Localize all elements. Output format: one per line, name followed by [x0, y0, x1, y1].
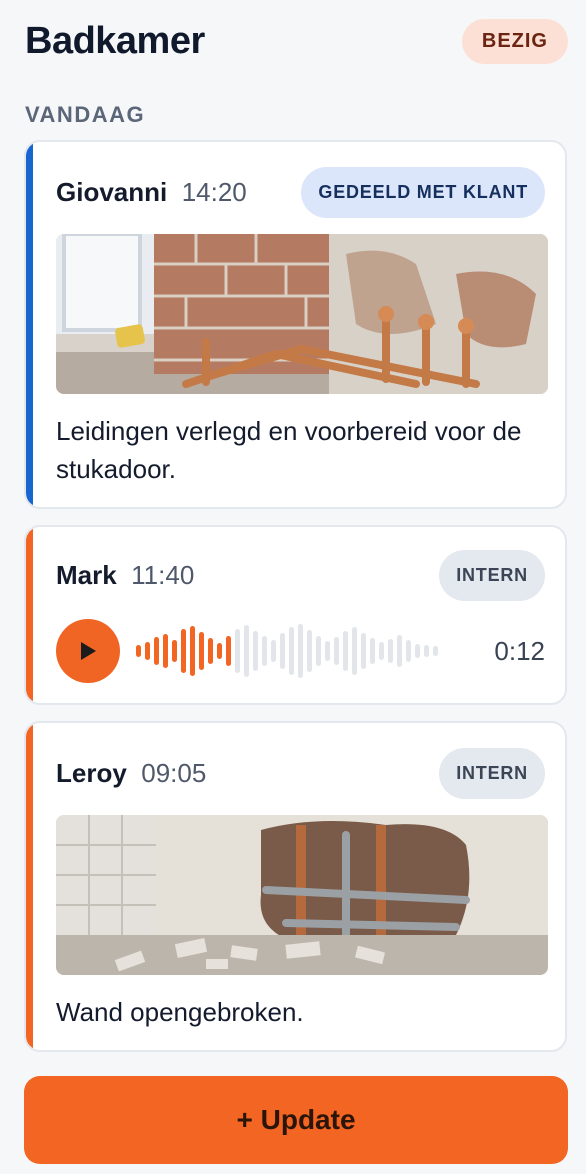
- waveform-bar: [307, 630, 312, 672]
- waveform-bar: [235, 629, 240, 673]
- visibility-badge: GEDEELD MET KLANT: [301, 166, 545, 218]
- section-label-today: VANDAAG: [25, 102, 146, 127]
- status-badge: BEZIG: [461, 18, 568, 64]
- author-name: Leroy: [56, 757, 127, 788]
- author-name: Mark: [56, 559, 117, 590]
- waveform-bar: [226, 636, 231, 666]
- waveform-bar: [406, 640, 411, 662]
- waveform-bar: [379, 642, 384, 660]
- broken-wall-photo[interactable]: [56, 815, 548, 975]
- page-title: Badkamer: [25, 19, 205, 62]
- visibility-badge: INTERN: [439, 747, 545, 799]
- voice-note-player: 0:12: [56, 619, 545, 683]
- author-name: Giovanni: [56, 176, 168, 207]
- waveform-bar: [253, 631, 258, 671]
- waveform-bar: [208, 638, 213, 664]
- visibility-badge: INTERN: [439, 549, 545, 601]
- update-card-leroy[interactable]: Leroy 09:05 INTERN Wand opengebroken.: [24, 721, 567, 1052]
- waveform-bar: [271, 640, 276, 662]
- broken-wall-image: [56, 815, 548, 975]
- waveform-bar: [334, 637, 339, 665]
- waveform-bar: [154, 637, 159, 665]
- waveform-bar: [163, 634, 168, 668]
- waveform-bar: [145, 642, 150, 660]
- update-card-mark[interactable]: Mark 11:40 INTERN 0:12: [24, 525, 567, 705]
- play-icon: [81, 642, 96, 660]
- waveform-bar: [298, 624, 303, 678]
- update-card-giovanni[interactable]: Giovanni 14:20 GEDEELD MET KLANT Leiding…: [24, 140, 567, 509]
- waveform-bar: [136, 645, 141, 657]
- waveform-bar: [316, 636, 321, 666]
- waveform-bar: [388, 639, 393, 663]
- internal-accent-bar: [26, 527, 33, 703]
- waveform-bar: [415, 644, 420, 658]
- update-text: Leidingen verlegd en voorbereid voor de …: [56, 416, 522, 484]
- waveform-bar: [190, 626, 195, 676]
- waveform-bar: [244, 625, 249, 677]
- update-text: Wand opengebroken.: [56, 997, 304, 1027]
- waveform-bar: [172, 640, 177, 662]
- header: Badkamer BEZIG: [25, 16, 568, 66]
- internal-accent-bar: [26, 723, 33, 1050]
- timestamp: 11:40: [131, 559, 195, 590]
- shared-accent-bar: [26, 142, 33, 507]
- waveform-bar: [433, 646, 438, 656]
- waveform-bar: [199, 632, 204, 670]
- audio-waveform[interactable]: [136, 619, 438, 683]
- play-button[interactable]: [56, 619, 120, 683]
- copper-pipes-image: [56, 234, 548, 394]
- waveform-bar: [217, 643, 222, 659]
- waveform-bar: [397, 635, 402, 667]
- waveform-bar: [361, 633, 366, 669]
- copper-pipes-photo[interactable]: [56, 234, 548, 394]
- timestamp: 09:05: [141, 757, 207, 788]
- waveform-bar: [352, 627, 357, 675]
- waveform-bar: [289, 627, 294, 675]
- waveform-bar: [181, 629, 186, 673]
- waveform-bar: [343, 631, 348, 671]
- add-update-button[interactable]: + Update: [24, 1076, 568, 1164]
- waveform-bar: [325, 641, 330, 661]
- waveform-bar: [370, 638, 375, 664]
- waveform-bar: [424, 645, 429, 657]
- waveform-bar: [262, 636, 267, 666]
- waveform-bar: [280, 633, 285, 669]
- timestamp: 14:20: [181, 176, 247, 207]
- audio-duration: 0:12: [494, 635, 545, 666]
